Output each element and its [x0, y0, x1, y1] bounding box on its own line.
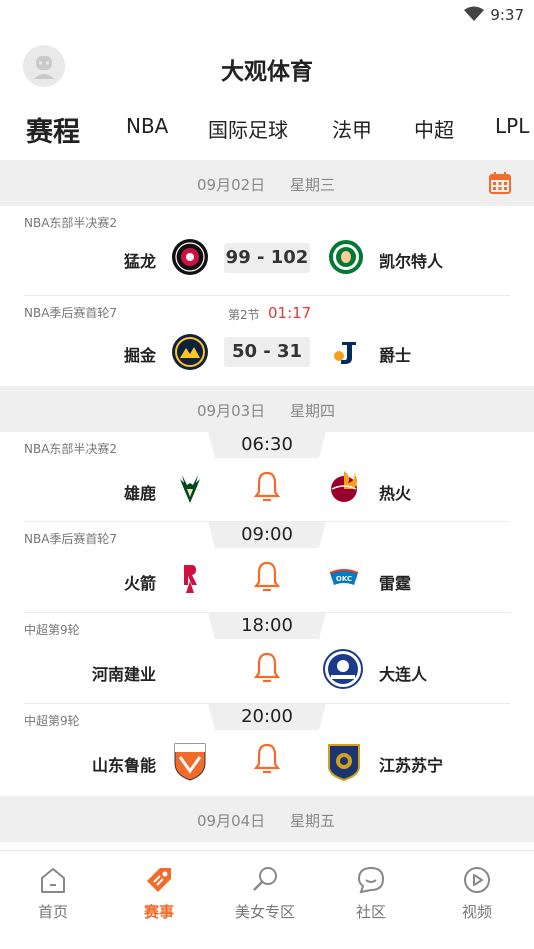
nav-events[interactable]: 赛事: [106, 865, 212, 922]
away-team: 雷霆: [379, 574, 412, 593]
wifi-icon: [464, 6, 484, 21]
league-label: NBA季后赛首轮7: [24, 306, 118, 320]
schedule-list[interactable]: 09月02日 星期三 NBA东部半决赛2 猛龙 99 - 102 凯尔特人 NB…: [0, 160, 534, 850]
weekday-label: 星期五: [290, 812, 336, 830]
nav-gallery[interactable]: 美女专区: [212, 865, 318, 922]
tab-nba[interactable]: NBA: [126, 114, 168, 138]
jiangsu-logo-icon: [328, 744, 360, 781]
app-header: 大观体育: [0, 40, 534, 96]
match-row[interactable]: 09:00 NBA季后赛首轮7 火箭 OKC 雷霆: [0, 522, 534, 613]
match-time: 06:30: [208, 432, 326, 458]
nav-label: 首页: [37, 903, 68, 921]
league-label: NBA东部半决赛2: [24, 442, 118, 456]
tab-csl[interactable]: 中超: [414, 114, 454, 143]
match-row-partial[interactable]: [0, 842, 534, 850]
home-team: 山东鲁能: [91, 756, 156, 775]
match-row[interactable]: 18:00 中超第9轮 河南建业 大连人: [0, 613, 534, 704]
score: 50 - 31: [224, 337, 310, 367]
status-bar: 9:37: [0, 0, 534, 30]
jazz-logo-icon: [334, 342, 356, 364]
home-icon: [41, 868, 65, 893]
weekday-label: 星期三: [290, 176, 336, 194]
nav-video[interactable]: 视频: [424, 865, 530, 922]
nav-home[interactable]: 首页: [0, 865, 106, 922]
heat-logo-icon: [331, 471, 357, 502]
app-title: 大观体育: [221, 59, 313, 85]
play-icon: [464, 867, 490, 893]
calendar-icon[interactable]: [489, 172, 511, 194]
date-label: 09月04日: [197, 812, 266, 830]
away-team: 江苏苏宁: [379, 756, 444, 775]
dalian-logo-icon: [323, 649, 363, 689]
home-team: 河南建业: [91, 665, 156, 684]
league-label: NBA季后赛首轮7: [24, 532, 118, 546]
date-header: 09月04日 星期五: [0, 796, 534, 842]
home-team: 掘金: [123, 346, 156, 365]
away-team: 凯尔特人: [379, 252, 444, 271]
game-clock: 01:17: [268, 304, 312, 322]
tab-schedule[interactable]: 赛程: [26, 110, 80, 149]
tag-icon: [147, 868, 171, 892]
match-row[interactable]: 06:30 NBA东部半决赛2 雄鹿 热火: [0, 432, 534, 522]
bottom-nav: 首页 赛事 美女专区 社区 视频: [0, 850, 534, 949]
away-team: 热火: [379, 484, 412, 503]
weekday-label: 星期四: [290, 402, 336, 420]
match-time: 20:00: [208, 704, 326, 730]
home-team: 火箭: [123, 574, 156, 593]
match-time: 18:00: [208, 613, 326, 639]
match-time: 09:00: [208, 522, 326, 548]
bell-icon[interactable]: [253, 470, 281, 502]
tab-ligue1[interactable]: 法甲: [332, 114, 372, 143]
bucks-logo-icon: [180, 475, 200, 503]
league-label: 中超第9轮: [24, 623, 80, 637]
celtics-logo-icon: [329, 240, 363, 274]
nav-label: 赛事: [143, 903, 174, 921]
away-team: 爵士: [379, 346, 412, 365]
score: 99 - 102: [224, 243, 310, 273]
nav-community[interactable]: 社区: [318, 865, 424, 922]
home-team: 猛龙: [123, 252, 156, 271]
search-person-icon: [253, 867, 277, 891]
home-team: 雄鹿: [123, 484, 156, 503]
svg-text:OKC: OKC: [336, 575, 352, 583]
match-row[interactable]: 20:00 中超第9轮 山东鲁能 江苏苏宁: [0, 704, 534, 796]
tab-lpl[interactable]: LPL: [495, 114, 529, 138]
date-label: 09月03日: [197, 402, 266, 420]
match-row[interactable]: NBA东部半决赛2 猛龙 99 - 102 凯尔特人: [0, 206, 534, 296]
away-team: 大连人: [379, 665, 428, 684]
date-header: 09月02日 星期三: [0, 160, 534, 206]
bell-icon[interactable]: [253, 651, 281, 683]
raptors-logo-icon: [172, 239, 208, 275]
thunder-logo-icon: OKC: [329, 569, 359, 585]
bell-icon[interactable]: [253, 560, 281, 592]
rockets-logo-icon: [184, 565, 197, 593]
league-label: NBA东部半决赛2: [24, 216, 118, 230]
nuggets-logo-icon: [172, 334, 208, 370]
bell-icon[interactable]: [253, 742, 281, 774]
category-tabs: 赛程 NBA 国际足球 法甲 中超 LPL: [0, 106, 534, 152]
status-time: 9:37: [490, 6, 524, 24]
nav-label: 视频: [461, 903, 492, 921]
match-row[interactable]: NBA季后赛首轮7 第2节 01:17 掘金 50 - 31 爵士: [0, 296, 534, 386]
chat-bubble-icon: [357, 866, 385, 894]
tab-intl-football[interactable]: 国际足球: [208, 114, 288, 143]
date-label: 09月02日: [197, 176, 266, 194]
league-label: 中超第9轮: [24, 714, 80, 728]
nav-label: 社区: [355, 903, 386, 921]
date-header: 09月03日 星期四: [0, 386, 534, 432]
nav-label: 美女专区: [234, 903, 295, 921]
shandong-logo-icon: [174, 743, 206, 781]
period-label: 第2节: [228, 308, 260, 322]
